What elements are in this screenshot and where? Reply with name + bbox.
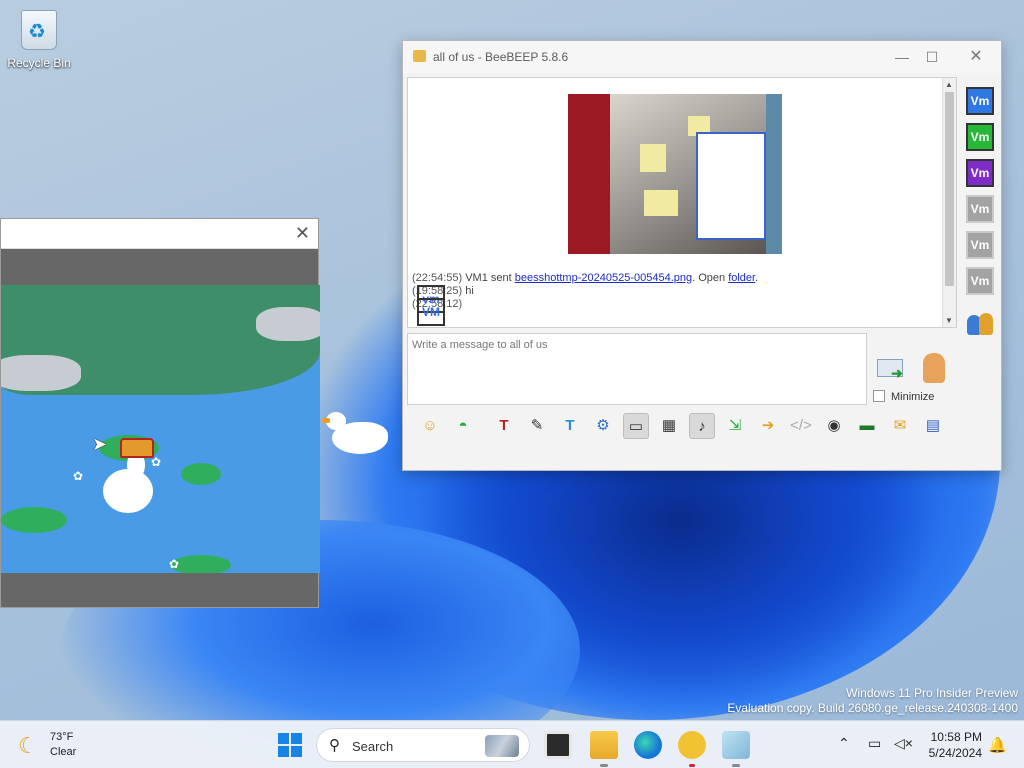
beebeep-app-icon	[413, 50, 426, 62]
font-icon[interactable]: T	[557, 413, 583, 439]
close-icon[interactable]: ✕	[295, 223, 310, 244]
rock	[256, 307, 320, 341]
chat-line: (19:58:25) vm hi	[412, 285, 758, 313]
notepad-taskbar-icon[interactable]	[722, 731, 750, 767]
camera-icon[interactable]: ◉	[821, 413, 847, 439]
beebeep-window[interactable]: all of us - BeeBEEP 5.8.6 — ☐ ✕ (22:54:5…	[402, 40, 1002, 471]
user-vm-3[interactable]: Vm	[966, 159, 994, 187]
user-list: Vm Vm Vm Vm Vm Vm	[961, 77, 999, 407]
clock-time: 10:58 PM	[930, 730, 982, 744]
lily-pad	[171, 555, 231, 573]
scroll-down-icon[interactable]: ▼	[945, 316, 953, 325]
edge-browser-icon[interactable]	[634, 731, 662, 759]
chevron-up-icon[interactable]: ⌃	[838, 735, 850, 752]
screenshot-thumbnail[interactable]	[568, 94, 782, 254]
network-icon[interactable]: ▭	[868, 735, 881, 752]
settings-icon[interactable]: ⚙	[590, 413, 616, 439]
save-icon[interactable]: ▭	[623, 413, 649, 439]
search-box[interactable]: ⚲ Search	[316, 728, 530, 762]
minimize-checkbox[interactable]: Minimize	[873, 390, 934, 403]
speaker-muted-icon[interactable]: ◁×	[894, 735, 913, 752]
note-icon[interactable]: ✉	[887, 413, 913, 439]
user-vm-2[interactable]: Vm	[966, 123, 994, 151]
beebeep-titlebar[interactable]: all of us - BeeBEEP 5.8.6 — ☐ ✕	[403, 41, 1001, 73]
music-note-icon[interactable]: ♪	[689, 413, 715, 439]
chart-icon[interactable]: ▦	[656, 413, 682, 439]
lily-flower: ✿	[73, 469, 84, 483]
message-placeholder: Write a message to all of us	[412, 339, 548, 351]
beebeep-taskbar-icon[interactable]	[678, 731, 706, 767]
minimize-icon[interactable]: —	[887, 47, 917, 67]
folder-link[interactable]: folder	[728, 272, 755, 284]
mouse-cursor-icon: ➤	[92, 434, 108, 454]
file-explorer-icon[interactable]	[590, 731, 618, 767]
recycle-bin-label: Recycle Bin	[7, 56, 71, 70]
evaluation-watermark: Windows 11 Pro Insider Preview Evaluatio…	[727, 686, 1018, 715]
screen-icon[interactable]: ▬	[854, 413, 880, 439]
floppy-icon[interactable]: ▤	[920, 413, 946, 439]
desktop-goose	[322, 412, 388, 454]
game-canvas[interactable]: ✿ ✿ ✿	[1, 285, 320, 573]
clock-date: 5/24/2024	[928, 746, 982, 760]
lily-pad	[181, 463, 221, 485]
recycle-bin-icon: ♻	[21, 10, 57, 50]
task-view-icon[interactable]	[544, 731, 572, 759]
crown-icon	[120, 438, 154, 458]
goose	[103, 469, 153, 513]
scroll-up-icon[interactable]: ▲	[945, 80, 953, 89]
code-icon[interactable]: </>	[788, 413, 814, 439]
users-icon[interactable]	[965, 311, 995, 337]
notification-bell-icon[interactable]: 🔔	[988, 736, 1007, 754]
checkbox-icon[interactable]	[873, 390, 885, 402]
clock[interactable]: 10:58 PM 5/24/2024	[918, 729, 982, 761]
game-titlebar[interactable]: ✕	[1, 219, 318, 249]
user-vm-4[interactable]: Vm	[966, 195, 994, 223]
moon-icon: ☾	[18, 733, 38, 758]
taskbar: ☾ 73°F Clear ⚲ Search ⌃ ▭ ◁× 10:58 PM 5/…	[0, 720, 1024, 768]
microphone-icon[interactable]	[923, 353, 945, 383]
search-icon: ⚲	[329, 737, 340, 754]
game-window[interactable]: ✕ ✿ ✿ ✿	[0, 218, 320, 608]
emoticon-icon[interactable]: ☺	[417, 413, 443, 439]
green-bowl-icon[interactable]: ◓	[450, 413, 476, 439]
send-button[interactable]: ➜	[877, 357, 907, 381]
user-vm-6[interactable]: Vm	[966, 267, 994, 295]
chat-scrollbar[interactable]: ▲ ▼	[942, 78, 956, 327]
message-input[interactable]: Write a message to all of us	[407, 333, 867, 405]
search-highlight-icon	[485, 735, 519, 757]
maximize-icon[interactable]: ☐	[917, 47, 947, 67]
chat-line: (22:54:55) VM1 sent beesshottmp-20240525…	[412, 272, 759, 284]
window-title: all of us - BeeBEEP 5.8.6	[433, 50, 569, 64]
close-icon[interactable]: ✕	[961, 47, 991, 67]
start-button[interactable]	[278, 733, 302, 757]
user-vm-1[interactable]: Vm	[966, 87, 994, 115]
text-format-icon[interactable]: T	[491, 413, 517, 439]
rock	[1, 355, 81, 391]
recycle-bin[interactable]: ♻ Recycle Bin	[6, 10, 72, 70]
export-icon[interactable]: ⇲	[722, 413, 748, 439]
chat-line: (22:58:12) VM	[412, 298, 758, 326]
weather-condition: Clear	[50, 746, 77, 758]
weather-temp: 73°F	[50, 731, 74, 743]
arrow-right-icon: ➜	[891, 365, 903, 381]
weather-widget[interactable]: ☾ 73°F Clear	[18, 729, 98, 763]
user-vm-5[interactable]: Vm	[966, 231, 994, 259]
pen-icon[interactable]: ✎	[524, 413, 550, 439]
chat-messages: (22:54:55) VM1 sent beesshottmp-20240525…	[412, 272, 759, 326]
scroll-thumb[interactable]	[945, 92, 954, 286]
chat-history[interactable]: (22:54:55) VM1 sent beesshottmp-20240525…	[407, 77, 957, 328]
lily-flower: ✿	[169, 557, 180, 571]
file-link[interactable]: beesshottmp-20240525-005454.png	[515, 272, 692, 284]
lily-pad	[1, 507, 67, 533]
send-file-icon[interactable]: ➔	[755, 413, 781, 439]
search-label: Search	[352, 739, 394, 754]
